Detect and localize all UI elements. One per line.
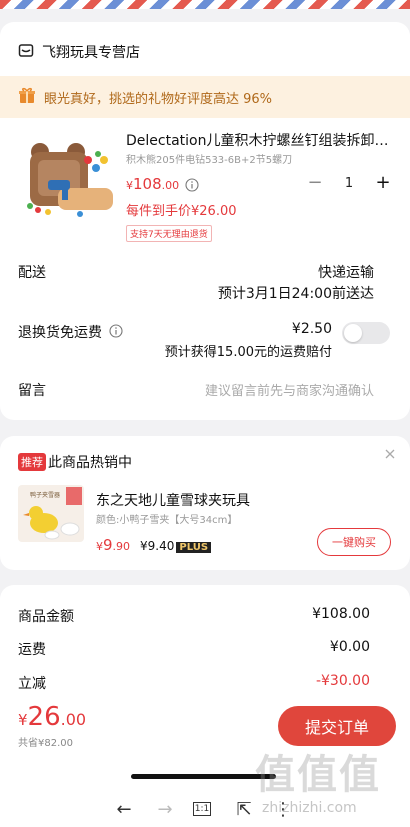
info-icon[interactable] — [109, 323, 123, 342]
product-sku[interactable]: 积木熊205件电钻533-6B+2节5螺刀 — [126, 151, 292, 166]
summary-value: -¥30.00 — [315, 673, 370, 689]
saved-amount: 共省¥82.00 — [18, 738, 73, 749]
delivery-method[interactable]: 快递运输 — [318, 262, 374, 282]
recommend-badge: 推荐 — [18, 453, 46, 471]
recommend-price-symbol: ¥ — [96, 540, 103, 553]
message-label: 留言 — [18, 383, 46, 399]
praise-banner: 眼光真好，挑选的礼物好评度高达 96% — [0, 76, 410, 118]
message-input[interactable]: 建议留言前先与商家沟通确认 — [205, 380, 374, 399]
airmail-stripe — [0, 0, 410, 9]
one-click-buy-button[interactable]: 一键购买 — [317, 528, 391, 556]
return-policy-tag: 支持7天无理由退货 — [126, 225, 212, 242]
forward-icon[interactable]: → — [153, 797, 177, 821]
recommend-thumb-text: 鸭子夹雪器 — [30, 492, 61, 499]
unit-price: 每件到手价¥26.00 — [126, 204, 237, 219]
product-title[interactable]: Delectation儿童积木拧螺丝钉组装拆卸… — [126, 130, 394, 150]
watermark-url: zhizhizhi.com — [262, 800, 357, 816]
recommend-price-dec: .90 — [112, 540, 131, 553]
return-insurance-desc: 预计获得15.00元的运费赔付 — [164, 345, 332, 360]
watermark-text: 值值值 — [255, 752, 381, 798]
total-int: 26 — [27, 702, 61, 732]
close-icon[interactable] — [384, 445, 396, 464]
decrease-quantity-button[interactable]: − — [306, 173, 324, 193]
quantity-stepper: − 1 + — [306, 172, 392, 194]
product-price: ¥108.00 — [126, 175, 179, 193]
toggle-knob — [344, 324, 362, 342]
gift-icon — [18, 86, 36, 108]
total-symbol: ¥ — [18, 711, 28, 729]
plus-badge: PLUS — [176, 542, 212, 553]
total-price: ¥26.00 — [18, 702, 86, 732]
recommend-image[interactable]: 鸭子夹雪器 — [18, 485, 84, 542]
summary-label: 商品金额 — [18, 609, 74, 625]
price-int: 108 — [133, 175, 162, 193]
recommend-heading: 此商品热销中 — [48, 455, 132, 471]
info-icon[interactable] — [185, 177, 199, 196]
zoom-reset-button[interactable]: 1:1 — [193, 802, 211, 816]
recommend-price: ¥9.90 — [96, 536, 130, 554]
store-name: 飞翔玩具专营店 — [42, 45, 140, 61]
store-icon — [18, 42, 34, 62]
submit-order-button[interactable]: 提交订单 — [278, 706, 396, 746]
delivery-eta: 预计3月1日24:00前送达 — [217, 286, 374, 302]
store-header[interactable]: 飞翔玩具专营店 — [18, 40, 140, 64]
summary-value: ¥108.00 — [312, 606, 370, 622]
recommend-title[interactable]: 东之天地儿童雪球夹玩具 — [96, 490, 250, 510]
summary-value: ¥0.00 — [329, 639, 370, 655]
price-dec: .00 — [161, 179, 180, 192]
delivery-label: 配送 — [18, 265, 46, 281]
summary-label: 立减 — [18, 676, 46, 692]
back-icon[interactable]: ← — [112, 797, 136, 821]
return-insurance-toggle[interactable] — [342, 322, 390, 344]
summary-label: 运费 — [18, 642, 46, 658]
quantity-value[interactable]: 1 — [345, 176, 353, 191]
price-symbol: ¥ — [126, 179, 133, 192]
product-image[interactable] — [18, 140, 118, 220]
recommend-price-int: 9 — [103, 536, 113, 554]
plus-price-value: ¥9.40 — [140, 539, 175, 553]
recommend-variant: 颜色:小鸭子雪夹【大号34cm】 — [96, 515, 238, 526]
share-icon[interactable]: ⇱ — [232, 797, 256, 821]
return-insurance-price: ¥2.50 — [291, 321, 332, 337]
banner-text: 眼光真好，挑选的礼物好评度高达 96% — [44, 91, 273, 107]
recommend-plus-price: ¥9.40 PLUS — [140, 539, 212, 553]
return-insurance-label: 退换货免运费 — [18, 325, 102, 341]
increase-quantity-button[interactable]: + — [374, 173, 392, 193]
total-dec: .00 — [60, 710, 87, 729]
